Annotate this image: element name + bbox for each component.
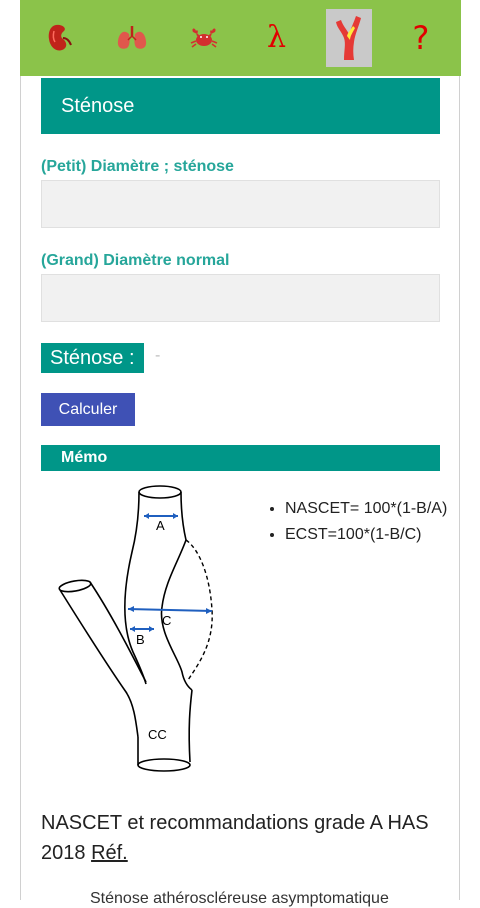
cca-right-wall [188, 689, 193, 763]
eca-lower-wall [59, 589, 139, 738]
next-section-text: Sténose athéroscléreuse asymptomatique [90, 890, 389, 907]
calculate-button[interactable]: Calculer [41, 393, 135, 426]
crab-icon [191, 28, 218, 48]
lambda-button[interactable]: λ [254, 9, 300, 67]
cca-opening [137, 758, 191, 772]
lungs-button[interactable] [109, 9, 155, 67]
eca-opening [58, 579, 92, 593]
reference-text: NASCET et recommandations grade A HAS 20… [41, 808, 440, 868]
label-cc: CC [148, 727, 167, 742]
ica-left-wall [124, 491, 147, 685]
ica-opening [138, 485, 182, 499]
carotid-stenosis-diagram: A C B CC [58, 485, 213, 772]
help-button[interactable]: ? [398, 9, 444, 67]
page-title: Sténose [41, 78, 440, 134]
artery-button[interactable] [325, 9, 372, 67]
memo-header: Mémo [41, 445, 440, 471]
label-a: A [156, 518, 165, 533]
label-b: B [136, 632, 145, 647]
help-icon: ? [412, 19, 430, 57]
large-diameter-label: (Grand) Diamètre normal [41, 252, 230, 269]
formula-list: NASCET= 100*(1-B/A) ECST=100*(1-B/C) [265, 496, 465, 548]
lungs-icon [118, 26, 147, 49]
ica-right-wall [160, 491, 193, 691]
top-toolbar: λ ? [20, 0, 461, 76]
result-value: - [155, 347, 161, 364]
formula-ecst: ECST=100*(1-B/C) [285, 522, 465, 548]
label-c: C [162, 613, 171, 628]
small-diameter-input[interactable] [41, 180, 440, 228]
kidney-button[interactable] [37, 9, 83, 67]
result-label: Sténose : [41, 343, 144, 373]
crab-button[interactable] [181, 9, 227, 67]
artery-icon [335, 16, 361, 60]
formula-nascet: NASCET= 100*(1-B/A) [285, 496, 465, 522]
reference-link[interactable]: Réf. [91, 842, 128, 864]
lambda-icon: λ [267, 20, 287, 55]
small-diameter-label: (Petit) Diamètre ; sténose [41, 158, 234, 175]
large-diameter-input[interactable] [41, 274, 440, 322]
kidney-icon [48, 24, 73, 51]
arrow-c [127, 608, 213, 612]
